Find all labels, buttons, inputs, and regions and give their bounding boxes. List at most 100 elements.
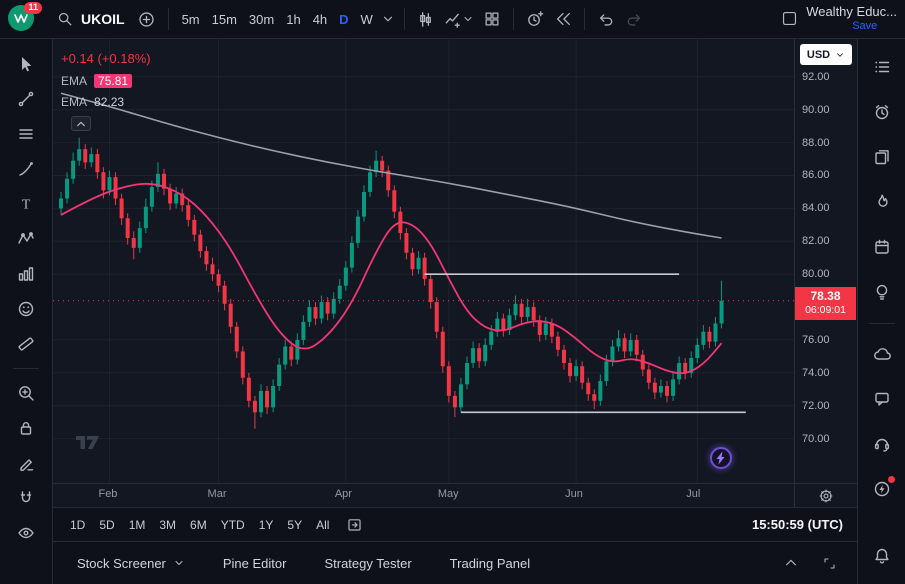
- chat-bubble-icon: [872, 389, 892, 409]
- timeframe-button[interactable]: 1h: [280, 7, 306, 32]
- symbol-search-button[interactable]: UKOIL: [48, 6, 133, 32]
- notifications-button[interactable]: [865, 540, 899, 572]
- range-button[interactable]: All: [309, 514, 336, 536]
- time-axis-label: Jul: [686, 488, 700, 500]
- legend-collapse-button[interactable]: [71, 116, 91, 131]
- candles-icon: [416, 10, 435, 29]
- range-button[interactable]: 5D: [92, 514, 121, 536]
- undo-button[interactable]: [592, 5, 620, 33]
- range-button[interactable]: 3M: [152, 514, 183, 536]
- support-button[interactable]: [865, 428, 899, 460]
- time-axis[interactable]: FebMarAprMayJunJul: [53, 484, 794, 507]
- chat-cloud-button[interactable]: [865, 338, 899, 370]
- chevron-down-icon: [462, 13, 474, 25]
- price-axis-label: 76.00: [802, 334, 830, 346]
- layout-manager[interactable]: Wealthy Educ... Save: [781, 5, 897, 33]
- tab-strategy-tester[interactable]: Strategy Tester: [314, 550, 421, 577]
- lock-drawings-button[interactable]: [9, 413, 43, 443]
- currency-dropdown[interactable]: USD: [800, 44, 852, 65]
- ideas-button[interactable]: [865, 276, 899, 308]
- hide-drawings-button[interactable]: [9, 518, 43, 548]
- measure-tool-button[interactable]: [9, 329, 43, 359]
- redo-icon: [625, 10, 643, 28]
- range-button[interactable]: YTD: [214, 514, 252, 536]
- alerts-button[interactable]: [865, 96, 899, 128]
- timeframe-button[interactable]: 30m: [243, 7, 280, 32]
- watchlist-button[interactable]: [865, 51, 899, 83]
- clock: 15:50:59 (UTC): [752, 517, 847, 532]
- flash-button[interactable]: [710, 447, 732, 469]
- chevron-down-icon: [381, 12, 395, 26]
- bar-replay-button[interactable]: [549, 5, 577, 33]
- gear-icon: [818, 488, 834, 504]
- trend-line-tool-button[interactable]: [9, 84, 43, 114]
- range-button[interactable]: 6M: [183, 514, 214, 536]
- open-panel-button[interactable]: [777, 549, 805, 577]
- chart-style-button[interactable]: [412, 5, 440, 33]
- toolbar-divider: [513, 8, 514, 30]
- fib-retracement-tool-button[interactable]: [9, 119, 43, 149]
- candlestick-chart[interactable]: [53, 39, 794, 483]
- indicators-button[interactable]: [440, 5, 478, 33]
- brush-tool-button[interactable]: [9, 154, 43, 184]
- streams-live-dot: [888, 476, 895, 483]
- last-price: 78.38: [795, 289, 856, 304]
- magnet-mode-button[interactable]: [9, 483, 43, 513]
- price-axis-settings-button[interactable]: [814, 486, 838, 506]
- tab-trading-panel[interactable]: Trading Panel: [440, 550, 540, 577]
- timeframe-menu-button[interactable]: [379, 5, 397, 33]
- user-menu-button[interactable]: 11: [8, 5, 38, 33]
- timeframe-button[interactable]: 5m: [176, 7, 206, 32]
- price-change: +0.14 (+0.18%): [61, 51, 151, 66]
- news-flow-button[interactable]: [865, 141, 899, 173]
- range-button[interactable]: 1Y: [252, 514, 281, 536]
- remove-drawings-button[interactable]: [9, 448, 43, 478]
- indicator-legend-row[interactable]: EMA 75.81: [61, 74, 151, 88]
- timeframe-button[interactable]: W: [355, 7, 379, 32]
- tab-stock-screener[interactable]: Stock Screener: [67, 550, 195, 577]
- compare-add-symbol-button[interactable]: [133, 5, 161, 33]
- redo-button[interactable]: [620, 5, 648, 33]
- price-axis-label: 92.00: [802, 71, 830, 83]
- streams-button[interactable]: [865, 473, 899, 505]
- symbol-name: UKOIL: [81, 11, 125, 27]
- headset-icon: [872, 434, 892, 454]
- tab-pine-editor[interactable]: Pine Editor: [213, 550, 297, 577]
- goto-date-button[interactable]: [340, 511, 368, 539]
- messages-button[interactable]: [865, 383, 899, 415]
- cursor-tool-button[interactable]: [9, 49, 43, 79]
- calendar-button[interactable]: [865, 231, 899, 263]
- chevron-down-icon: [173, 557, 185, 569]
- range-button[interactable]: 1M: [122, 514, 153, 536]
- timeframe-button[interactable]: 4h: [307, 7, 333, 32]
- save-link[interactable]: Save: [852, 20, 897, 33]
- price-axis[interactable]: USD 92.0090.0088.0086.0084.0082.0080.007…: [794, 39, 857, 483]
- main-area: T: [0, 39, 905, 584]
- chart-pane[interactable]: +0.14 (+0.18%) EMA 75.81 EMA 82.23: [53, 39, 794, 483]
- magnet-icon: [16, 488, 36, 508]
- lock-icon: [16, 418, 36, 438]
- zoom-in-tool-button[interactable]: [9, 378, 43, 408]
- pattern-tool-button[interactable]: [9, 224, 43, 254]
- flame-icon: [872, 192, 892, 212]
- timeframe-button[interactable]: D: [333, 7, 354, 32]
- forecast-tool-button[interactable]: [9, 259, 43, 289]
- maximize-panel-button[interactable]: [815, 549, 843, 577]
- layout-name: Wealthy Educ...: [806, 5, 897, 20]
- toolbar-divider: [13, 368, 39, 369]
- cloud-chat-icon: [872, 344, 892, 364]
- layout-grid-button[interactable]: [478, 5, 506, 33]
- range-button[interactable]: 1D: [63, 514, 92, 536]
- hotlists-button[interactable]: [865, 186, 899, 218]
- timeframe-group: 5m15m30m1h4hDW: [176, 7, 379, 32]
- range-button[interactable]: 5Y: [280, 514, 309, 536]
- indicator-legend-row[interactable]: EMA 82.23: [61, 95, 151, 109]
- create-alert-button[interactable]: [521, 5, 549, 33]
- timeframe-button[interactable]: 15m: [206, 7, 243, 32]
- undo-icon: [597, 10, 615, 28]
- text-tool-button[interactable]: T: [9, 189, 43, 219]
- emoji-tool-button[interactable]: [9, 294, 43, 324]
- trend-line-icon: [16, 89, 36, 109]
- layout-text: Wealthy Educ... Save: [806, 5, 897, 33]
- indicator-label: EMA: [61, 74, 87, 88]
